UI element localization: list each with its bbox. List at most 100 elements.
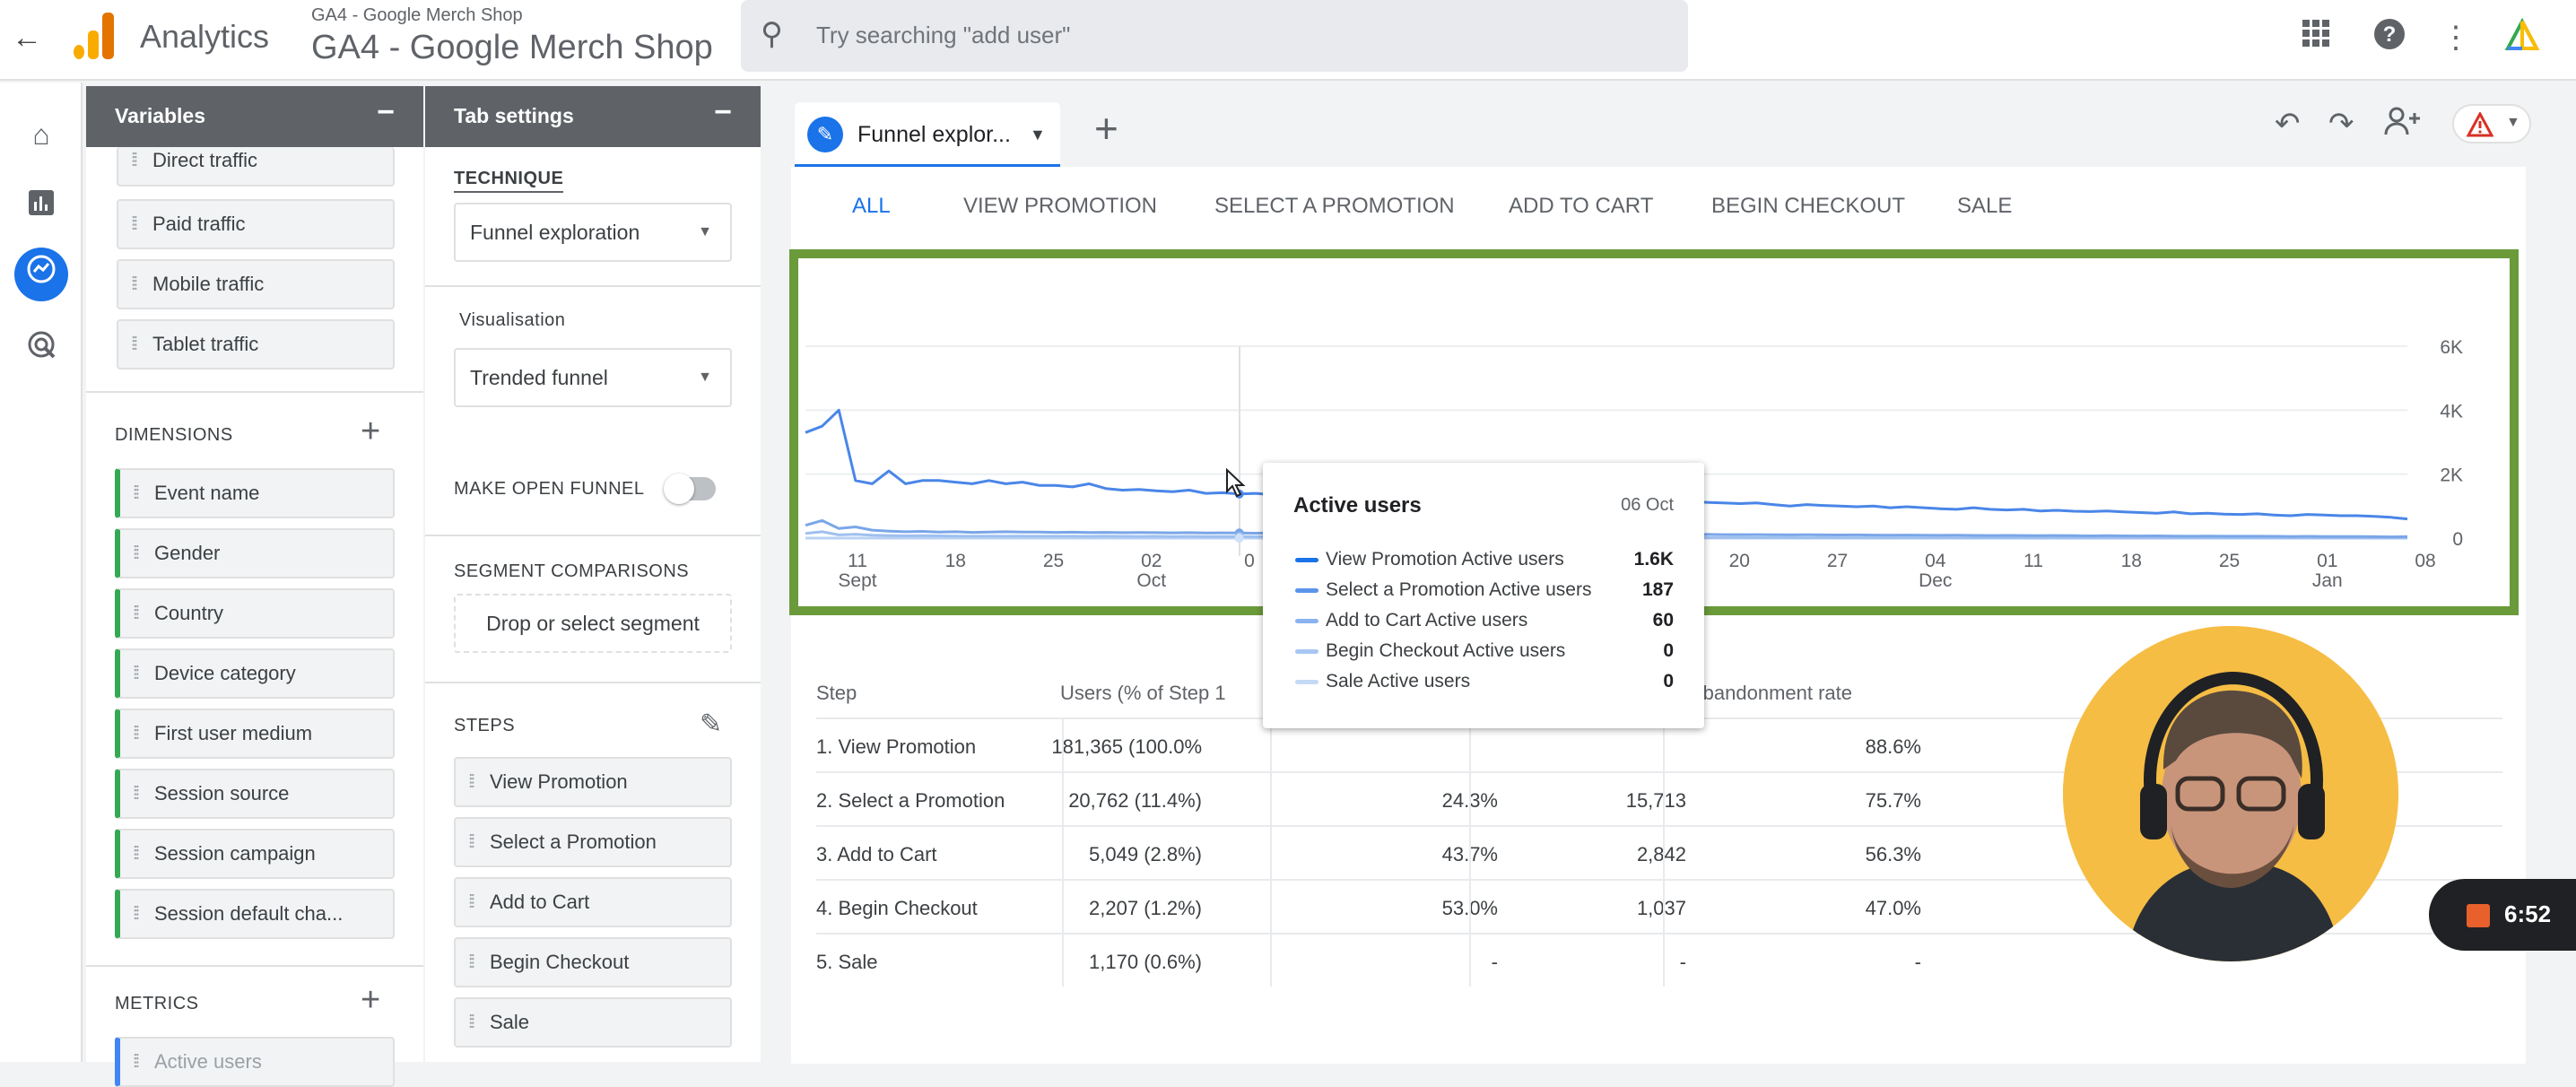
cell-step: 1. View Promotion	[816, 735, 977, 758]
cell-completion: 43.7%	[1390, 843, 1498, 866]
technique-select[interactable]: Funnel exploration ▼	[454, 203, 732, 262]
filter-all[interactable]: ALL	[852, 194, 891, 219]
add-metric-icon[interactable]: +	[361, 981, 380, 1020]
tooltip-series-label: Add to Cart Active users	[1326, 610, 1528, 630]
share-users-icon[interactable]	[2384, 106, 2422, 144]
collapse-icon[interactable]: −	[377, 95, 395, 130]
undo-icon[interactable]: ↶	[2275, 106, 2301, 142]
dimension-chip[interactable]: ⁞⁞ Country	[115, 588, 395, 639]
property-account[interactable]: GA4 - Google Merch Shop	[311, 5, 523, 26]
cell-step: 3. Add to Cart	[816, 843, 937, 865]
tooltip-series-label: Select a Promotion Active users	[1326, 579, 1592, 600]
help-icon[interactable]: ?	[2370, 18, 2409, 57]
tooltip-row: Add to Cart Active users 60	[1295, 610, 1674, 631]
svg-text:?: ?	[2383, 22, 2397, 47]
analytics-logo-icon	[74, 13, 115, 59]
segment-chip[interactable]: ⁞⁞ Paid traffic	[117, 199, 395, 249]
toggle-knob	[664, 474, 694, 504]
filter-sale[interactable]: SALE	[1957, 194, 2012, 219]
dimension-chip[interactable]: ⁞⁞ Device category	[115, 648, 395, 699]
drag-handle-icon[interactable]: ⁞⁞	[133, 770, 140, 817]
filter-view-promotion[interactable]: VIEW PROMOTION	[963, 194, 1157, 219]
drag-handle-icon[interactable]: ⁞⁞	[131, 321, 138, 368]
divider	[425, 285, 761, 287]
property-name[interactable]: GA4 - Google Merch Shop	[311, 29, 713, 67]
dimension-chip[interactable]: ⁞⁞ Gender	[115, 528, 395, 578]
cell-abandonment: 88.6%	[1865, 735, 1921, 758]
tooltip-series-label: Sale Active users	[1326, 671, 1471, 691]
step-chip[interactable]: ⁞⁞ Sale	[454, 997, 732, 1048]
step-chip[interactable]: ⁞⁞ Select a Promotion	[454, 817, 732, 867]
apps-grid-icon[interactable]	[2296, 18, 2336, 57]
step-chip[interactable]: ⁞⁞ Add to Cart	[454, 877, 732, 927]
filter-add-to-cart[interactable]: ADD TO CART	[1509, 194, 1653, 219]
cell-users: 5,049 (2.8%)	[1089, 843, 1202, 865]
drag-handle-icon[interactable]: ⁞⁞	[131, 261, 138, 308]
dimension-chip[interactable]: ⁞⁞ First user medium	[115, 709, 395, 759]
search-bar[interactable]: ⚲ Try searching "add user"	[741, 0, 1688, 72]
variables-panel: Variables − ⁞⁞ Direct traffic ⁞⁞ Paid traf…	[86, 86, 423, 1087]
visualisation-select[interactable]: Trended funnel ▼	[454, 348, 732, 407]
more-vert-icon[interactable]: ⋮	[2436, 18, 2476, 57]
divider	[86, 391, 423, 393]
dimension-chip[interactable]: ⁞⁞ Event name	[115, 468, 395, 518]
drag-handle-icon[interactable]: ⁞⁞	[133, 470, 140, 517]
drag-handle-icon[interactable]: ⁞⁞	[133, 650, 140, 697]
cell-abandonment: 75.7%	[1865, 789, 1921, 812]
drag-handle-icon[interactable]: ⁞⁞	[133, 891, 140, 937]
dimension-chip[interactable]: ⁞⁞ Session default cha...	[115, 889, 395, 939]
dimension-chip[interactable]: ⁞⁞ Session campaign	[115, 829, 395, 879]
segment-chip[interactable]: ⁞⁞ Mobile traffic	[117, 259, 395, 309]
drag-handle-icon[interactable]: ⁞⁞	[133, 530, 140, 577]
recording-timer[interactable]: 6:52	[2429, 879, 2576, 951]
segment-comparisons-label: SEGMENT COMPARISONS	[454, 561, 690, 581]
search-input[interactable]: Try searching "add user"	[816, 22, 1070, 49]
drag-handle-icon[interactable]: ⁞⁞	[131, 201, 138, 248]
back-arrow-icon[interactable]: ←	[9, 20, 45, 56]
app-title: Analytics	[140, 18, 270, 55]
filter-begin-checkout[interactable]: BEGIN CHECKOUT	[1711, 194, 1905, 219]
drag-handle-icon[interactable]: ⁞⁞	[133, 710, 140, 757]
drag-handle-icon[interactable]: ⁞⁞	[468, 759, 475, 805]
drag-handle-icon[interactable]: ⁞⁞	[468, 999, 475, 1046]
segment-label: Direct traffic	[152, 149, 257, 171]
drag-handle-icon[interactable]: ⁞⁞	[133, 1039, 140, 1085]
account-avatar-icon[interactable]	[2502, 17, 2542, 57]
dimension-chip[interactable]: ⁞⁞ Session source	[115, 769, 395, 819]
step-chip[interactable]: ⁞⁞ View Promotion	[454, 757, 732, 807]
drag-handle-icon[interactable]: ⁞⁞	[131, 147, 138, 174]
drag-handle-icon[interactable]: ⁞⁞	[468, 939, 475, 986]
divider	[425, 682, 761, 683]
step-chip[interactable]: ⁞⁞ Begin Checkout	[454, 937, 732, 987]
add-tab-icon[interactable]: +	[1094, 104, 1118, 152]
segment-chip[interactable]: ⁞⁞ Tablet traffic	[117, 319, 395, 370]
advertising-icon[interactable]	[20, 328, 63, 371]
dimension-label: Country	[154, 602, 224, 624]
cell-abandonments: 15,713	[1625, 789, 1686, 812]
dimension-label: Event name	[154, 482, 260, 504]
drag-handle-icon[interactable]: ⁞⁞	[133, 830, 140, 877]
tab-dropdown-icon[interactable]: ▼	[1030, 126, 1046, 144]
segment-drop-zone[interactable]: Drop or select segment	[454, 594, 732, 653]
redo-icon[interactable]: ↷	[2328, 106, 2354, 142]
tab-funnel-exploration[interactable]: ✎ Funnel explor... ▼	[795, 102, 1060, 167]
reports-icon[interactable]	[20, 185, 63, 228]
tab-settings-title: Tab settings	[454, 104, 574, 127]
explore-icon[interactable]	[14, 248, 68, 301]
segment-chip[interactable]: ⁞⁞ Direct traffic	[117, 147, 395, 187]
home-icon[interactable]: ⌂	[20, 113, 63, 156]
timer-value: 6:52	[2504, 900, 2552, 927]
collapse-icon[interactable]: −	[714, 95, 732, 130]
drag-handle-icon[interactable]: ⁞⁞	[468, 879, 475, 926]
drag-handle-icon[interactable]: ⁞⁞	[468, 819, 475, 865]
tooltip-series-value: 0	[1663, 640, 1674, 661]
open-funnel-toggle[interactable]	[664, 474, 716, 504]
metric-chip[interactable]: ⁞⁞ Active users	[115, 1037, 395, 1087]
tooltip-series-label: View Promotion Active users	[1326, 549, 1564, 570]
edit-steps-icon[interactable]: ✎	[700, 709, 722, 740]
add-dimension-icon[interactable]: +	[361, 413, 380, 451]
col-step: Step	[816, 682, 857, 704]
filter-select-promotion[interactable]: SELECT A PROMOTION	[1214, 194, 1455, 219]
warning-button[interactable]: ▼	[2452, 104, 2531, 143]
drag-handle-icon[interactable]: ⁞⁞	[133, 590, 140, 637]
